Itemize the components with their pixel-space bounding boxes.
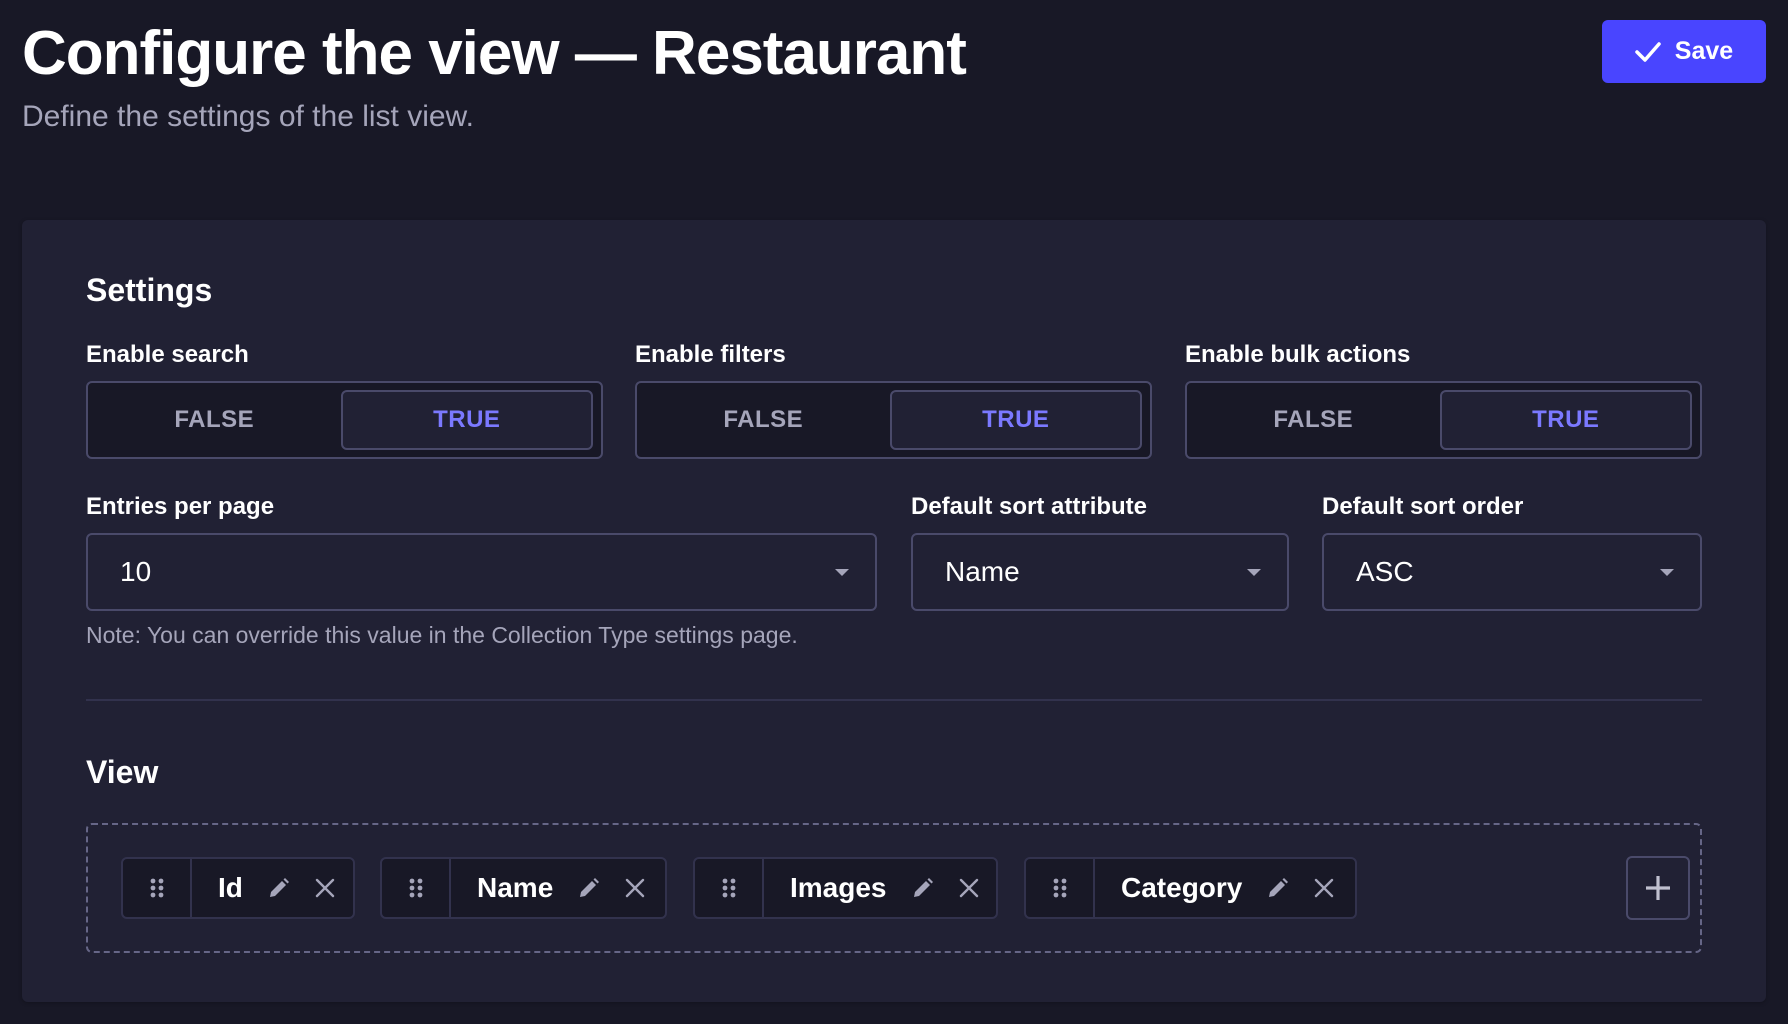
edit-field-button[interactable] (1266, 876, 1290, 900)
view-field-chip-category: Category (1024, 857, 1357, 919)
check-icon (1635, 41, 1661, 62)
configure-view-page: Configure the view — Restaurant Define t… (0, 0, 1788, 1024)
default-sort-order-label: Default sort order (1322, 493, 1524, 520)
enable-bulk-actions-toggle: FALSE TRUE (1185, 381, 1702, 459)
view-field-label: Category (1121, 872, 1243, 903)
view-field-label: Images (790, 872, 887, 903)
pencil-icon (269, 878, 289, 897)
pencil-icon (1269, 878, 1289, 897)
edit-field-button[interactable] (577, 876, 601, 900)
add-field-button[interactable] (1626, 856, 1690, 920)
enable-bulk-actions-true-option[interactable]: TRUE (1439, 390, 1692, 450)
chip-body: Images (764, 859, 996, 917)
settings-section-title: Settings (86, 272, 213, 308)
page-subtitle: Define the settings of the list view. (22, 100, 474, 133)
edit-field-button[interactable] (911, 876, 935, 900)
default-sort-order-select[interactable]: ASC (1322, 533, 1702, 611)
entries-per-page-note: Note: You can override this value in the… (86, 622, 798, 648)
remove-field-button[interactable] (1312, 876, 1336, 900)
chevron-down-icon (835, 568, 849, 576)
save-button-label: Save (1674, 37, 1734, 65)
chevron-down-icon (1247, 568, 1261, 576)
close-icon (959, 878, 978, 898)
pencil-icon (580, 878, 600, 897)
remove-field-button[interactable] (623, 876, 647, 900)
page-title: Configure the view — Restaurant (22, 19, 967, 88)
view-field-chip-images: Images (693, 857, 998, 919)
chip-body: Category (1095, 859, 1355, 917)
pencil-icon (913, 878, 933, 897)
entries-per-page-select[interactable]: 10 (86, 533, 877, 611)
enable-search-label: Enable search (86, 341, 249, 368)
view-field-label: Name (477, 872, 554, 903)
drag-handle[interactable] (1026, 859, 1095, 917)
enable-search-true-option[interactable]: TRUE (340, 390, 593, 450)
view-field-chip-id: Id (121, 857, 355, 919)
enable-bulk-actions-label: Enable bulk actions (1185, 341, 1411, 368)
plus-icon (1646, 876, 1670, 900)
default-sort-attribute-label: Default sort attribute (911, 493, 1148, 520)
view-field-chip-name: Name (380, 857, 667, 919)
default-sort-attribute-value: Name (945, 556, 1020, 587)
view-fields-dropzone: Id Name Images Category (86, 823, 1702, 953)
drag-handle-icon (409, 878, 422, 898)
view-section-title: View (86, 754, 159, 790)
drag-handle-icon (1053, 878, 1066, 898)
section-divider (86, 699, 1702, 701)
enable-filters-false-option[interactable]: FALSE (637, 390, 890, 450)
chip-body: Name (451, 859, 665, 917)
drag-handle[interactable] (123, 859, 192, 917)
settings-panel: Settings Enable search FALSE TRUE Enable… (22, 220, 1766, 1002)
view-field-label: Id (218, 872, 243, 903)
close-icon (626, 878, 645, 898)
drag-handle[interactable] (695, 859, 764, 917)
drag-handle-icon (722, 878, 735, 898)
save-button[interactable]: Save (1602, 20, 1766, 83)
close-icon (1315, 878, 1334, 898)
edit-field-button[interactable] (267, 876, 291, 900)
enable-bulk-actions-false-option[interactable]: FALSE (1187, 390, 1440, 450)
chevron-down-icon (1660, 568, 1674, 576)
enable-filters-toggle: FALSE TRUE (635, 381, 1152, 459)
remove-field-button[interactable] (313, 876, 337, 900)
chip-body: Id (192, 859, 353, 917)
enable-filters-label: Enable filters (635, 341, 786, 368)
entries-per-page-label: Entries per page (86, 493, 275, 520)
entries-per-page-value: 10 (120, 556, 152, 587)
remove-field-button[interactable] (957, 876, 981, 900)
drag-handle-icon (150, 878, 163, 898)
drag-handle[interactable] (382, 859, 451, 917)
default-sort-order-value: ASC (1356, 556, 1414, 587)
enable-filters-true-option[interactable]: TRUE (889, 390, 1142, 450)
default-sort-attribute-select[interactable]: Name (911, 533, 1289, 611)
enable-search-false-option[interactable]: FALSE (88, 390, 341, 450)
close-icon (315, 878, 335, 898)
enable-search-toggle: FALSE TRUE (86, 381, 603, 459)
